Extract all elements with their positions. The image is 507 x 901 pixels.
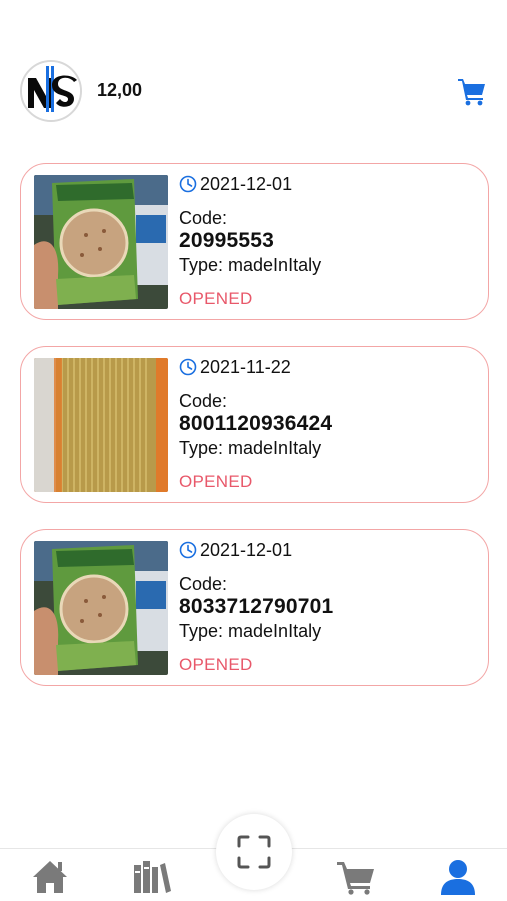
profile-icon[interactable] <box>438 857 478 895</box>
clock-icon <box>179 358 197 376</box>
spaghetti-photo <box>34 358 168 492</box>
clock-icon <box>179 541 197 559</box>
status-badge: OPENED <box>179 655 253 674</box>
code-label: Code: <box>179 574 228 594</box>
date-row: 2021-11-22 <box>179 355 478 379</box>
code-value: 20995553 <box>179 229 275 252</box>
clock-icon <box>179 175 197 193</box>
header: 12,00 <box>0 0 507 150</box>
item-type: Type: madeInItaly <box>179 621 322 641</box>
status-badge: OPENED <box>179 472 253 491</box>
scan-button[interactable] <box>216 814 292 890</box>
rice-bag-photo <box>34 175 168 309</box>
cart-icon[interactable] <box>457 76 487 106</box>
item-date: 2021-12-01 <box>200 539 293 560</box>
date-row: 2021-12-01 <box>179 538 478 562</box>
item-info: 2021-11-22 Code: 8001120936424 Type: mad… <box>179 355 478 492</box>
date-row: 2021-12-01 <box>179 172 478 196</box>
cart-icon[interactable] <box>336 857 376 895</box>
code-label: Code: <box>179 391 228 411</box>
list-item[interactable]: 2021-11-22 Code: 8001120936424 Type: mad… <box>20 346 489 503</box>
item-info: 2021-12-01 Code: 8033712790701 Type: mad… <box>179 538 478 675</box>
item-type: Type: madeInItaly <box>179 438 322 458</box>
status-badge: OPENED <box>179 289 253 308</box>
item-info: 2021-12-01 Code: 20995553 Type: madeInIt… <box>179 172 478 309</box>
rice-bag-photo <box>34 541 168 675</box>
code-value: 8001120936424 <box>179 412 333 435</box>
list-item[interactable]: 2021-12-01 Code: 20995553 Type: madeInIt… <box>20 163 489 320</box>
brand-logo-icon[interactable] <box>20 60 82 122</box>
item-list: 2021-12-01 Code: 20995553 Type: madeInIt… <box>20 163 489 712</box>
item-date: 2021-11-22 <box>200 356 291 377</box>
home-icon[interactable] <box>30 857 70 895</box>
library-icon[interactable] <box>132 857 172 895</box>
item-date: 2021-12-01 <box>200 173 293 194</box>
list-item[interactable]: 2021-12-01 Code: 8033712790701 Type: mad… <box>20 529 489 686</box>
scan-icon <box>237 835 271 869</box>
code-value: 8033712790701 <box>179 595 334 618</box>
code-label: Code: <box>179 208 228 228</box>
balance-value: 12,00 <box>97 80 143 100</box>
item-type: Type: madeInItaly <box>179 255 322 275</box>
